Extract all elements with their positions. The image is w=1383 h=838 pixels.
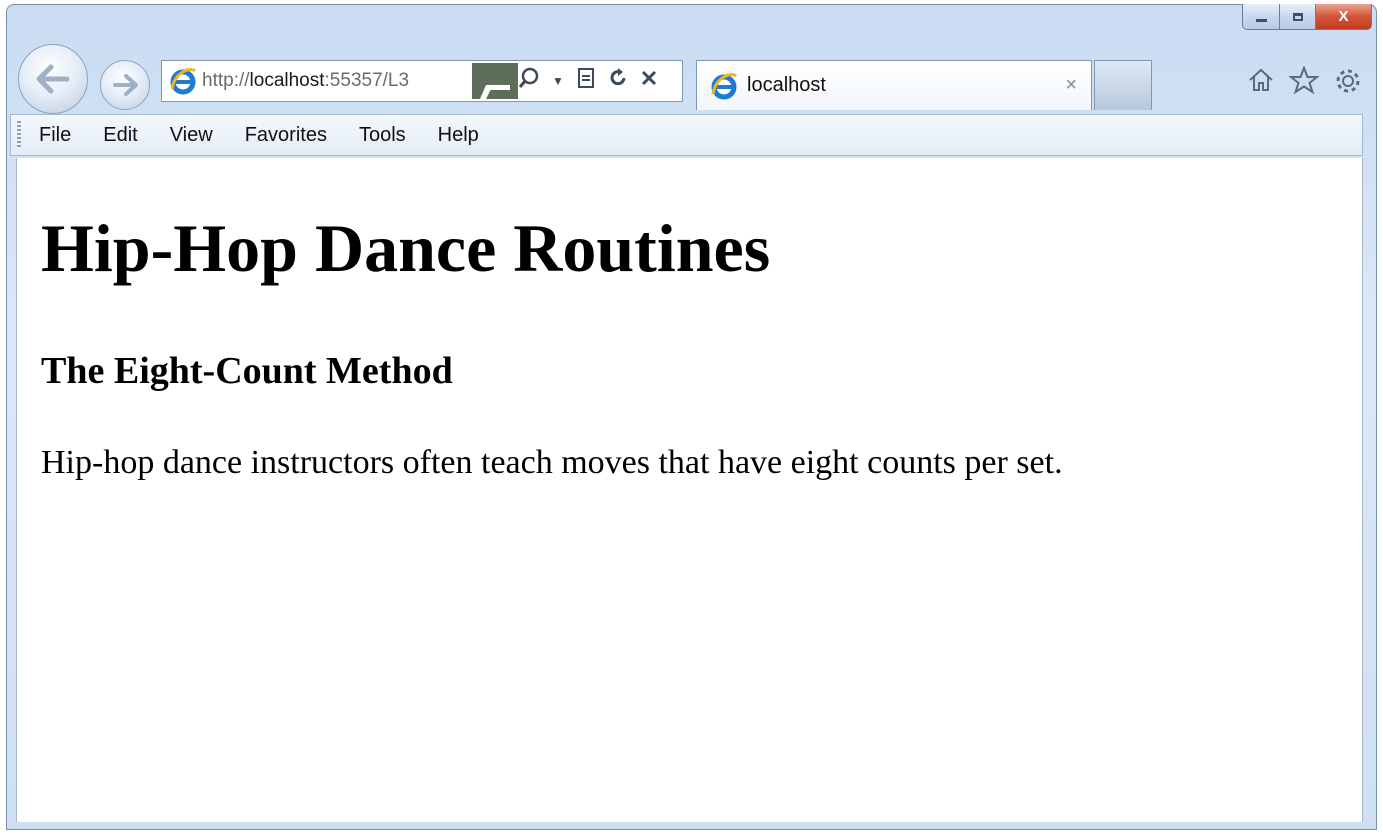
search-icon[interactable] [518, 67, 540, 95]
tab-title: localhost [747, 74, 826, 96]
back-arrow-icon [36, 64, 70, 94]
url-rest: :55357/L3 [324, 70, 410, 91]
close-window-button[interactable]: X [1316, 4, 1372, 30]
page-content: Hip-Hop Dance Routines The Eight-Count M… [16, 158, 1363, 822]
internet-explorer-icon [166, 66, 200, 96]
maximize-icon [1292, 12, 1303, 21]
back-button[interactable] [18, 44, 88, 114]
home-icon[interactable] [1247, 66, 1275, 103]
refresh-icon[interactable] [608, 67, 628, 95]
cursor-overlay [472, 63, 518, 99]
stop-icon[interactable] [640, 69, 658, 93]
tab-localhost[interactable]: localhost × [696, 60, 1092, 110]
url-prefix: http:// [202, 70, 250, 91]
menu-bar: File Edit View Favorites Tools Help [10, 114, 1363, 156]
forward-arrow-icon [113, 74, 138, 96]
page-heading: Hip-Hop Dance Routines [41, 210, 771, 286]
page-subheading: The Eight-Count Method [41, 350, 453, 392]
menu-favorites[interactable]: Favorites [245, 124, 327, 147]
gear-icon[interactable] [1333, 66, 1363, 103]
menu-help[interactable]: Help [438, 124, 479, 147]
menu-file[interactable]: File [39, 124, 71, 147]
tab-close-icon[interactable]: × [1065, 74, 1077, 97]
page-paragraph: Hip-hop dance instructors often teach mo… [41, 444, 1063, 481]
dropdown-icon[interactable]: ▼ [552, 74, 564, 88]
address-url[interactable]: http://localhost:55357/L3 [202, 70, 464, 92]
menu-edit[interactable]: Edit [103, 124, 137, 147]
minimize-icon [1255, 19, 1267, 22]
forward-button[interactable] [100, 60, 150, 110]
address-tools: ▼ [518, 61, 658, 101]
caption-buttons: X [1242, 4, 1372, 30]
new-tab-button[interactable] [1094, 60, 1152, 110]
favorites-star-icon[interactable] [1288, 65, 1320, 103]
compatibility-view-icon[interactable] [576, 67, 596, 95]
menu-view[interactable]: View [170, 124, 213, 147]
maximize-button[interactable] [1280, 4, 1316, 30]
menu-tools[interactable]: Tools [359, 124, 406, 147]
tab-favicon-icon [707, 71, 741, 101]
toolbar-grip[interactable] [17, 121, 21, 149]
minimize-button[interactable] [1242, 4, 1280, 30]
command-icons [1247, 65, 1363, 103]
url-host: localhost [249, 70, 325, 91]
address-bar[interactable]: http://localhost:55357/L3 ▼ [161, 60, 683, 102]
